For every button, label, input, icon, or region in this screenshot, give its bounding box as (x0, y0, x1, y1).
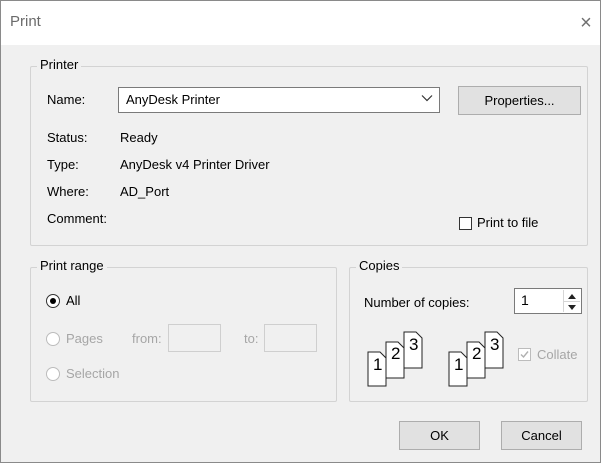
to-label: to: (244, 331, 259, 346)
copies-spinner[interactable]: 1 (514, 288, 582, 314)
radio-selection[interactable] (46, 367, 60, 381)
spin-down-icon[interactable] (564, 301, 580, 312)
close-icon[interactable]: × (573, 10, 599, 36)
ok-button[interactable]: OK (399, 421, 480, 450)
radio-all-label[interactable]: All (66, 293, 80, 308)
number-of-copies-label: Number of copies: (364, 295, 470, 310)
printer-name-select[interactable]: AnyDesk Printer (118, 87, 440, 113)
where-label: Where: (47, 184, 89, 199)
status-value: Ready (120, 130, 158, 145)
radio-selected-dot (50, 298, 56, 304)
title-bar: Print × (1, 1, 600, 45)
status-label: Status: (47, 130, 88, 145)
printer-group-legend: Printer (37, 57, 82, 72)
copies-legend: Copies (356, 258, 403, 273)
collate-page-number: 2 (391, 344, 401, 363)
name-label: Name: (47, 92, 86, 107)
type-label: Type: (47, 157, 79, 172)
properties-button[interactable]: Properties... (458, 86, 581, 115)
collate-page-number: 1 (373, 355, 383, 374)
copies-value: 1 (521, 292, 529, 308)
radio-pages-label[interactable]: Pages (66, 331, 103, 346)
print-range-legend: Print range (37, 258, 107, 273)
radio-selection-label[interactable]: Selection (66, 366, 119, 381)
from-label: from: (132, 331, 162, 346)
from-page-input[interactable] (168, 324, 221, 352)
where-value: AD_Port (120, 184, 170, 199)
comment-label: Comment: (47, 211, 107, 226)
spinner-buttons (563, 290, 580, 312)
check-icon (520, 351, 529, 359)
dialog-title: Print (10, 13, 41, 30)
collate-page-number: 1 (454, 355, 464, 374)
type-value: AnyDesk v4 Printer Driver (120, 157, 270, 172)
properties-button-label: Properties... (484, 93, 555, 108)
print-to-file-checkbox[interactable] (459, 217, 472, 230)
printer-name-value: AnyDesk Printer (126, 92, 220, 107)
to-page-input[interactable] (264, 324, 317, 352)
radio-pages[interactable] (46, 332, 60, 346)
collate-checkbox[interactable] (518, 348, 531, 361)
ok-button-label: OK (430, 428, 449, 443)
collate-label[interactable]: Collate (537, 347, 577, 362)
chevron-down-icon (421, 95, 433, 102)
cancel-button-label: Cancel (521, 428, 562, 443)
cancel-button[interactable]: Cancel (501, 421, 582, 450)
radio-all[interactable] (46, 294, 60, 308)
collate-pages-icon (367, 331, 504, 387)
print-to-file-label[interactable]: Print to file (477, 215, 538, 230)
collate-page-number: 2 (472, 344, 482, 363)
collate-page-number: 3 (409, 335, 419, 354)
collate-page-number: 3 (490, 335, 500, 354)
